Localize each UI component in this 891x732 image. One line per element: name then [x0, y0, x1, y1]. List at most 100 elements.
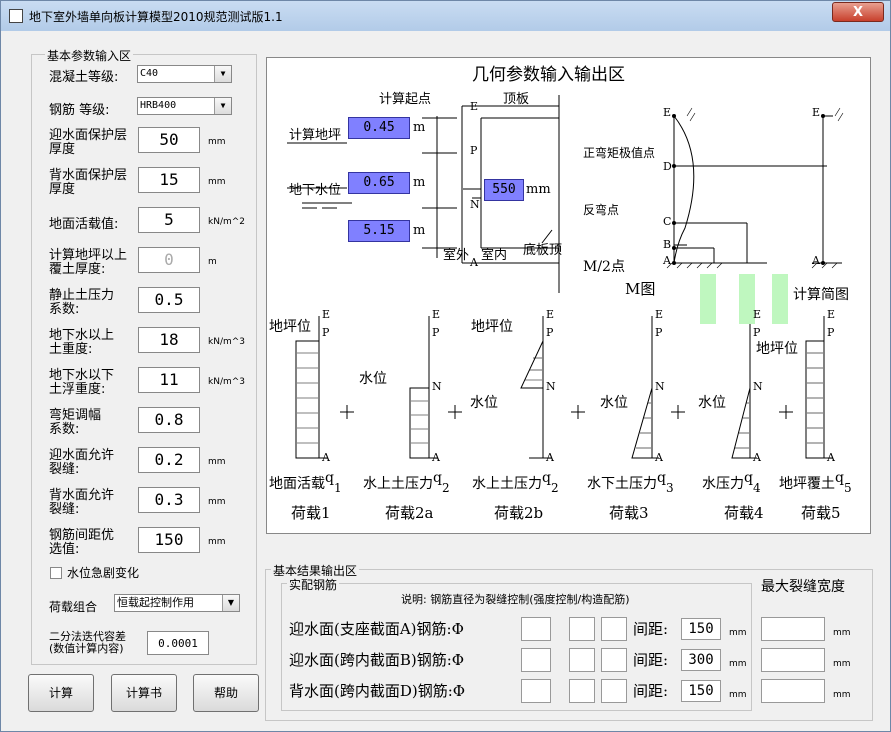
- rebar-dia-box-0[interactable]: [521, 617, 551, 641]
- rebar-count-box-2[interactable]: [569, 679, 595, 703]
- load-q-sub-1: 2: [441, 481, 450, 495]
- param-input-8[interactable]: 0.2: [138, 447, 200, 473]
- param-label-a-4: 静止土压力: [49, 288, 115, 303]
- param-label-a-6: 地下水以下: [49, 368, 115, 383]
- chevron-down-icon[interactable]: ▼: [214, 66, 231, 82]
- title-bar: 地下室外墙单向板计算模型2010规范测试版1.1 X: [1, 1, 890, 31]
- pt-p-1: P: [470, 144, 478, 157]
- help-button[interactable]: 帮助: [193, 674, 259, 712]
- app-icon: [9, 9, 23, 23]
- param-input-2[interactable]: 5: [138, 207, 200, 233]
- param-unit-3: m: [208, 257, 217, 267]
- pt-n-1: N: [470, 198, 480, 211]
- load-3-pt-3: A: [655, 451, 663, 464]
- load-3-pt-2: N: [655, 380, 665, 393]
- load-caption-text-1: 水上土压力: [363, 476, 433, 492]
- calc-start-depth-input[interactable]: 0.45: [348, 117, 410, 139]
- param-input-1[interactable]: 15: [138, 167, 200, 193]
- unit-mm-thk: mm: [526, 182, 551, 197]
- basic-params-frame-label: 基本参数输入区: [45, 47, 134, 64]
- load-caption-3: 水下土压力q3: [587, 470, 674, 495]
- param-label-a-8: 迎水面允许: [49, 448, 115, 463]
- param-label-a-5: 地下水以上: [49, 328, 115, 343]
- rebar-count-box-1[interactable]: [569, 648, 595, 672]
- spacing-unit-2: mm: [729, 690, 747, 700]
- param-label-a-1: 背水面保护层: [49, 168, 128, 183]
- water-level-label-3: 水位: [600, 395, 628, 411]
- param-unit-6: kN/m^3: [208, 377, 246, 387]
- concrete-grade-label: 混凝土等级:: [49, 70, 119, 85]
- load-q-3: q: [657, 470, 666, 486]
- rebar-grade-label: 钢筋 等级:: [49, 103, 110, 118]
- spacing-label-2: 间距:: [633, 682, 669, 700]
- water-level-label-4: 水位: [698, 395, 726, 411]
- param-input-6[interactable]: 11: [138, 367, 200, 393]
- spacing-value-0[interactable]: 150: [681, 618, 721, 640]
- param-input-0[interactable]: 50: [138, 127, 200, 153]
- param-input-4[interactable]: 0.5: [138, 287, 200, 313]
- load-2-pt-2: N: [546, 380, 556, 393]
- load-caption-0: 地面活载q1: [269, 470, 342, 495]
- param-input-3[interactable]: 0: [138, 247, 200, 273]
- param-input-5[interactable]: 18: [138, 327, 200, 353]
- load-name-3: 荷载3: [609, 504, 649, 522]
- load-combo-select[interactable]: 恒载起控制作用 ▼: [114, 594, 240, 612]
- pt-c-m: C: [663, 215, 672, 228]
- water-level-label-2a: 水位: [359, 371, 387, 387]
- m-diagram-label: M图: [625, 280, 656, 298]
- spacing-value-1[interactable]: 300: [681, 649, 721, 671]
- tolerance-input[interactable]: 0.0001: [147, 631, 209, 655]
- water-level-input[interactable]: 0.65: [348, 172, 410, 194]
- calc-book-button[interactable]: 计算书: [111, 674, 177, 712]
- crack-width-box-2[interactable]: [761, 679, 825, 703]
- load-1-pt-1: P: [432, 326, 440, 339]
- load-caption-1: 水上土压力q2: [363, 470, 450, 495]
- chevron-down-icon[interactable]: ▼: [214, 98, 231, 114]
- load-caption-4: 水压力q4: [702, 470, 761, 495]
- rebar-dia-box-2[interactable]: [521, 679, 551, 703]
- crack-width-box-1[interactable]: [761, 648, 825, 672]
- rebar-grade-select[interactable]: HRB400 ▼: [137, 97, 232, 115]
- load-caption-text-3: 水下土压力: [587, 476, 657, 492]
- main-window: 地下室外墙单向板计算模型2010规范测试版1.1 X 基本参数输入区 混凝土等级…: [0, 0, 891, 732]
- load-4-pt-0: E: [753, 308, 762, 321]
- param-label-b-8: 裂缝:: [49, 462, 80, 477]
- spacing-label-0: 间距:: [633, 620, 669, 638]
- param-label-b-1: 厚度: [49, 182, 76, 197]
- water-level-label-2b: 水位: [470, 395, 498, 411]
- param-input-7[interactable]: 0.8: [138, 407, 200, 433]
- wall-height-input[interactable]: 5.15: [348, 220, 410, 242]
- close-button[interactable]: X: [832, 2, 884, 22]
- water-sudden-change-checkbox[interactable]: [50, 567, 62, 579]
- load-q-sub-5: 5: [843, 481, 852, 495]
- crack-unit-1: mm: [833, 659, 851, 669]
- calc-diagram-label: 计算简图: [793, 287, 849, 303]
- load-0-pt-2: A: [322, 451, 330, 464]
- spacing-value-2[interactable]: 150: [681, 680, 721, 702]
- param-input-9[interactable]: 0.3: [138, 487, 200, 513]
- load-2-pt-3: A: [546, 451, 554, 464]
- rebar-count-box-0[interactable]: [569, 617, 595, 641]
- concrete-grade-select[interactable]: C40 ▼: [137, 65, 232, 83]
- crack-width-box-0[interactable]: [761, 617, 825, 641]
- max-crack-label: 最大裂缝宽度: [761, 579, 845, 595]
- rebar-extra-box-1[interactable]: [601, 648, 627, 672]
- load-1-pt-0: E: [432, 308, 441, 321]
- top-plate-label: 顶板: [503, 92, 530, 107]
- load-combo-label: 荷载组合: [49, 600, 98, 614]
- load-5-pt-1: P: [827, 326, 835, 339]
- pt-a-m: A: [663, 254, 671, 267]
- rebar-dia-box-1[interactable]: [521, 648, 551, 672]
- load-4-pt-2: N: [753, 380, 763, 393]
- result-row-label-2: 背水面(跨内截面D)钢筋:Φ: [289, 682, 466, 700]
- wall-thickness-input[interactable]: 550: [484, 179, 524, 201]
- load-0-pt-0: E: [322, 308, 331, 321]
- water-sudden-change-label: 水位急剧变化: [67, 566, 140, 580]
- calculate-button[interactable]: 计算: [28, 674, 94, 712]
- param-input-10[interactable]: 150: [138, 527, 200, 553]
- spacing-unit-1: mm: [729, 659, 747, 669]
- chevron-down-icon[interactable]: ▼: [222, 595, 239, 611]
- rebar-extra-box-2[interactable]: [601, 679, 627, 703]
- rebar-extra-box-0[interactable]: [601, 617, 627, 641]
- ground-level-label-2b: 地坪位: [471, 319, 513, 335]
